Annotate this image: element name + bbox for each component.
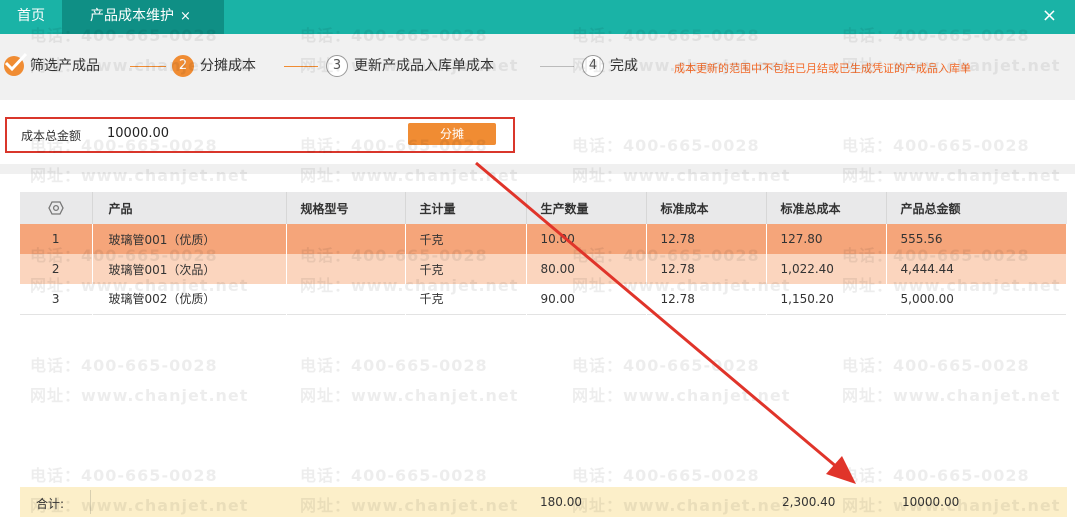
- watermark-phone: 电话：400-665-0028: [572, 356, 760, 375]
- cell-spec[interactable]: [286, 224, 406, 254]
- table-header-row: 产品 规格型号 主计量 生产数量 标准成本 标准总成本 产品总金额: [20, 192, 1067, 224]
- step-number: 2: [172, 55, 194, 77]
- settings-icon[interactable]: [48, 201, 64, 215]
- watermark-phone: 电话：400-665-0028: [842, 136, 1030, 155]
- cell-standard-cost[interactable]: 12.78: [646, 254, 767, 284]
- cell-unit[interactable]: 千克: [405, 254, 527, 284]
- allocate-button[interactable]: 分摊: [408, 123, 496, 145]
- header-standard-cost[interactable]: 标准成本: [646, 192, 767, 224]
- tab-product-cost-maintenance[interactable]: 产品成本维护 ×: [62, 0, 224, 34]
- step-number: 4: [582, 55, 604, 77]
- watermark-phone: 电话：400-665-0028: [572, 136, 760, 155]
- watermark-site: 网址：www.chanjet.net: [30, 386, 249, 405]
- tab-home[interactable]: 首页: [0, 0, 62, 34]
- watermark-site: 网址：www.chanjet.net: [572, 386, 791, 405]
- cell-spec[interactable]: [286, 254, 406, 284]
- step-number: 3: [326, 55, 348, 77]
- watermark-phone: 电话：400-665-0028: [30, 356, 218, 375]
- totals-row: 合计: 180.00 2,300.40 10000.00: [20, 487, 1067, 517]
- step-connector: [540, 66, 574, 67]
- column-settings[interactable]: [20, 192, 93, 224]
- header-unit[interactable]: 主计量: [405, 192, 527, 224]
- watermark-phone: 电话：400-665-0028: [572, 466, 760, 485]
- step-allocate-cost: 2 分摊成本: [172, 54, 256, 78]
- totals-quantity: 180.00: [540, 495, 582, 509]
- table-row[interactable]: 2 玻璃管001（次品） 千克 80.00 12.78 1,022.40 4,4…: [20, 254, 1067, 284]
- cell-spec[interactable]: [286, 284, 406, 314]
- step-select-products: 筛选产成品: [4, 52, 100, 78]
- step-connector: [130, 66, 166, 67]
- watermark-site: 网址：www.chanjet.net: [842, 386, 1061, 405]
- cell-product[interactable]: 玻璃管001（次品）: [92, 254, 287, 284]
- cell-unit[interactable]: 千克: [405, 284, 527, 314]
- step-finish: 4 完成: [582, 54, 638, 78]
- cell-standard-cost[interactable]: 12.78: [646, 284, 767, 314]
- step-label: 更新产成品入库单成本: [354, 58, 494, 74]
- header-product-total-amount[interactable]: 产品总金额: [886, 192, 1067, 224]
- tab-bar: 首页 产品成本维护 × ×: [0, 0, 1075, 34]
- cell-product-total-amount[interactable]: 5,000.00: [886, 284, 1067, 314]
- totals-product-total-amount: 10000.00: [902, 495, 960, 509]
- total-cost-label: 成本总金额: [21, 129, 82, 143]
- row-index: 2: [20, 254, 93, 284]
- notice-text: 成本更新的范围中不包括已月结或已生成凭证的产成品入库单: [674, 62, 971, 75]
- header-standard-total-cost[interactable]: 标准总成本: [766, 192, 887, 224]
- cell-product-total-amount[interactable]: 555.56: [886, 224, 1067, 254]
- check-icon: [4, 52, 28, 76]
- step-label: 分摊成本: [200, 58, 256, 74]
- divider: [0, 164, 1075, 174]
- step-update-cost: 3 更新产成品入库单成本: [326, 54, 494, 78]
- cell-standard-total-cost[interactable]: 1,022.40: [766, 254, 887, 284]
- watermark-phone: 电话：400-665-0028: [842, 466, 1030, 485]
- wizard-steps: 筛选产成品 2 分摊成本 3 更新产成品入库单成本 4 完成 成本更新的范围中不包括已…: [0, 34, 1075, 100]
- watermark-site: 网址：www.chanjet.net: [300, 386, 519, 405]
- divider: [90, 490, 91, 514]
- header-quantity[interactable]: 生产数量: [526, 192, 647, 224]
- table-row[interactable]: 3 玻璃管002（优质） 千克 90.00 12.78 1,150.20 5,0…: [20, 284, 1067, 314]
- allocation-panel: 成本总金额 10000.00 分摊: [5, 117, 515, 153]
- cell-quantity[interactable]: 10.00: [526, 224, 647, 254]
- step-label: 完成: [610, 58, 638, 74]
- step-connector: [284, 66, 318, 67]
- cell-unit[interactable]: 千克: [405, 224, 527, 254]
- cell-quantity[interactable]: 90.00: [526, 284, 647, 314]
- header-product[interactable]: 产品: [92, 192, 287, 224]
- watermark-phone: 电话：400-665-0028: [300, 466, 488, 485]
- cell-product-total-amount[interactable]: 4,444.44: [886, 254, 1067, 284]
- totals-standard-total-cost: 2,300.40: [782, 495, 836, 509]
- cell-standard-cost[interactable]: 12.78: [646, 224, 767, 254]
- cell-standard-total-cost[interactable]: 1,150.20: [766, 284, 887, 314]
- step-label: 筛选产成品: [30, 58, 100, 74]
- cell-standard-total-cost[interactable]: 127.80: [766, 224, 887, 254]
- cell-product[interactable]: 玻璃管001（优质）: [92, 224, 287, 254]
- app-window: { "tabs": { "home_label": "首页", "active_…: [0, 0, 1075, 528]
- row-index: 1: [20, 224, 93, 254]
- cell-product[interactable]: 玻璃管002（优质）: [92, 284, 287, 314]
- total-cost-value[interactable]: 10000.00: [107, 126, 169, 141]
- tab-close-icon[interactable]: ×: [180, 9, 191, 24]
- watermark-phone: 电话：400-665-0028: [842, 356, 1030, 375]
- tab-label: 产品成本维护: [90, 8, 174, 24]
- totals-label: 合计:: [36, 497, 65, 511]
- table-row[interactable]: 1 玻璃管001（优质） 千克 10.00 12.78 127.80 555.5…: [20, 224, 1067, 254]
- window-close-icon[interactable]: ×: [1042, 5, 1057, 26]
- row-index: 3: [20, 284, 93, 314]
- product-cost-table: 产品 规格型号 主计量 生产数量 标准成本 标准总成本 产品总金额 1 玻璃管0…: [20, 192, 1067, 315]
- watermark-phone: 电话：400-665-0028: [30, 466, 218, 485]
- cell-quantity[interactable]: 80.00: [526, 254, 647, 284]
- header-spec[interactable]: 规格型号: [286, 192, 406, 224]
- watermark-phone: 电话：400-665-0028: [300, 356, 488, 375]
